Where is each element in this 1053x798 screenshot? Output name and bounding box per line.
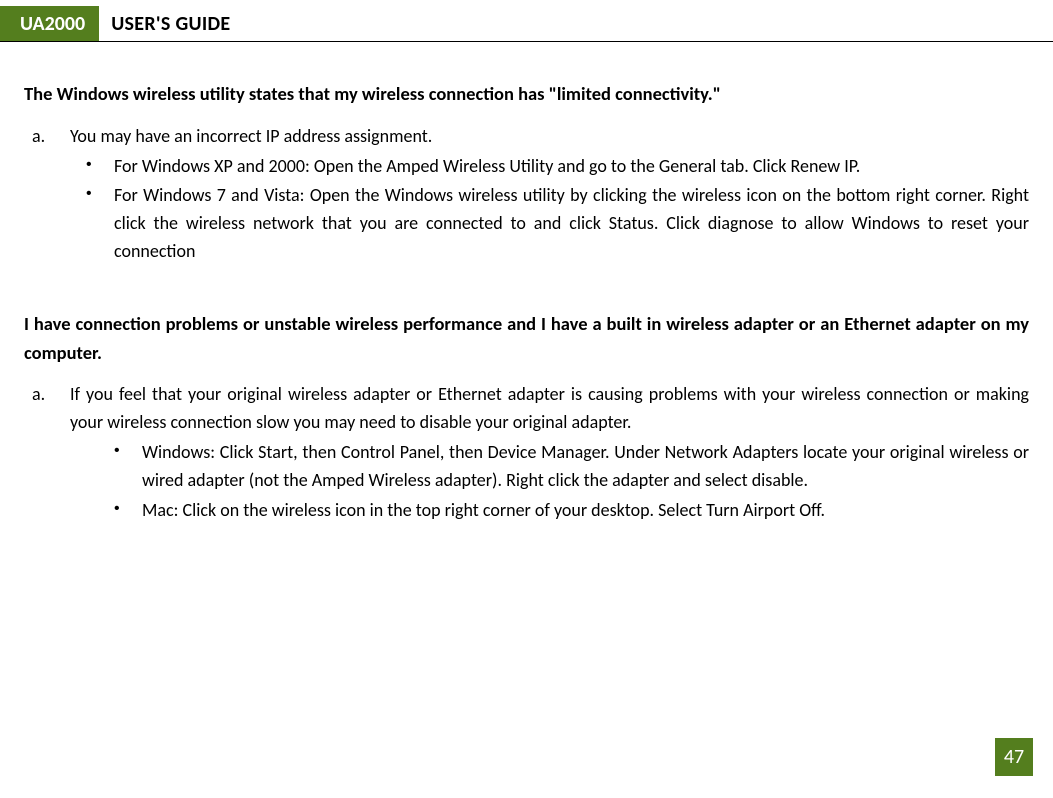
bullet-text: Windows: Click Start, then Control Panel… bbox=[142, 441, 1029, 491]
page-content: The Windows wireless utility states that… bbox=[0, 42, 1053, 525]
bullet-list: Windows: Click Start, then Control Panel… bbox=[70, 439, 1029, 525]
page-number: 47 bbox=[995, 738, 1033, 776]
bullet-text: For Windows 7 and Vista: Open the Window… bbox=[114, 184, 1029, 262]
bullet-item: For Windows XP and 2000: Open the Amped … bbox=[114, 153, 1029, 181]
ordered-list-1: You may have an incorrect IP address ass… bbox=[24, 123, 1029, 266]
bullet-item: Mac: Click on the wireless icon in the t… bbox=[142, 497, 1029, 525]
product-badge: UA2000 bbox=[18, 6, 99, 41]
bullet-text: Mac: Click on the wireless icon in the t… bbox=[142, 499, 825, 521]
list-item: You may have an incorrect IP address ass… bbox=[70, 123, 1029, 266]
header-bar: UA2000 USER'S GUIDE bbox=[0, 6, 1053, 42]
section-heading-2: I have connection problems or unstable w… bbox=[24, 310, 1029, 367]
list-item: If you feel that your original wireless … bbox=[70, 381, 1029, 524]
bullet-item: For Windows 7 and Vista: Open the Window… bbox=[114, 182, 1029, 266]
header-accent bbox=[0, 6, 18, 41]
list-item-text: You may have an incorrect IP address ass… bbox=[70, 123, 1029, 151]
doc-title: USER'S GUIDE bbox=[99, 6, 230, 41]
bullet-text: For Windows XP and 2000: Open the Amped … bbox=[114, 155, 860, 177]
ordered-list-2: If you feel that your original wireless … bbox=[24, 381, 1029, 524]
bullet-item: Windows: Click Start, then Control Panel… bbox=[142, 439, 1029, 495]
list-item-text: If you feel that your original wireless … bbox=[70, 381, 1029, 437]
bullet-list: For Windows XP and 2000: Open the Amped … bbox=[70, 153, 1029, 267]
section-heading-1: The Windows wireless utility states that… bbox=[24, 80, 1029, 109]
